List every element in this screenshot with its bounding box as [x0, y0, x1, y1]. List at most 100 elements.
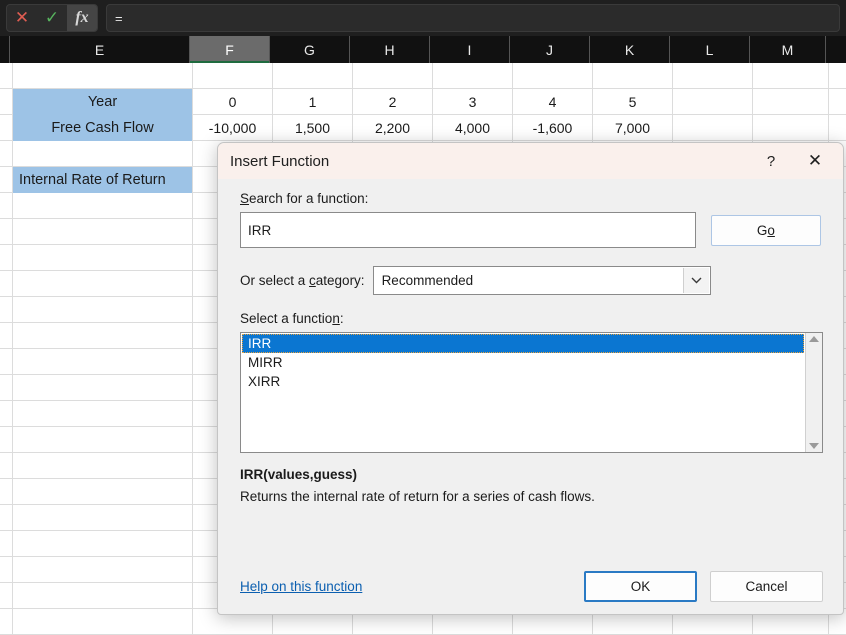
cell-J2[interactable]: 4 — [513, 89, 593, 115]
cell-E3[interactable]: Free Cash Flow — [13, 115, 193, 141]
cell-D3[interactable] — [0, 115, 13, 141]
cell-K1[interactable] — [593, 63, 673, 89]
cell-E5[interactable]: Internal Rate of Return — [13, 167, 193, 193]
close-icon[interactable]: ✕ — [795, 143, 835, 179]
cell-D22[interactable] — [0, 609, 13, 635]
go-button[interactable]: Go — [711, 215, 821, 246]
cell-D13[interactable] — [0, 375, 13, 401]
column-header-l[interactable]: L — [670, 36, 750, 63]
cell-E4[interactable] — [13, 141, 193, 167]
cell-D16[interactable] — [0, 453, 13, 479]
cell-E18[interactable] — [13, 505, 193, 531]
cell-E15[interactable] — [13, 427, 193, 453]
cell-M3[interactable] — [753, 115, 829, 141]
cell-D12[interactable] — [0, 349, 13, 375]
category-selected-value: Recommended — [374, 273, 474, 288]
cell-E12[interactable] — [13, 349, 193, 375]
cell-D21[interactable] — [0, 583, 13, 609]
help-icon[interactable]: ? — [751, 143, 791, 179]
cell-E19[interactable] — [13, 531, 193, 557]
insert-function-icon[interactable]: fx — [67, 5, 97, 31]
cancel-button[interactable]: Cancel — [710, 571, 823, 602]
function-list-item-xirr[interactable]: XIRR — [242, 372, 804, 391]
cell-F2[interactable]: 0 — [193, 89, 273, 115]
cell-M2[interactable] — [753, 89, 829, 115]
column-header-g[interactable]: G — [270, 36, 350, 63]
cell-E9[interactable] — [13, 271, 193, 297]
cell-M1[interactable] — [753, 63, 829, 89]
cell-L2[interactable] — [673, 89, 753, 115]
column-header-f[interactable]: F — [190, 36, 270, 63]
cell-D14[interactable] — [0, 401, 13, 427]
cell-I3[interactable]: 4,000 — [433, 115, 513, 141]
help-on-this-function-link[interactable]: Help on this function — [240, 579, 362, 594]
ok-button[interactable]: OK — [584, 571, 697, 602]
cell-D4[interactable] — [0, 141, 13, 167]
column-header-e[interactable]: E — [10, 36, 190, 63]
cell-F1[interactable] — [193, 63, 273, 89]
cell-E20[interactable] — [13, 557, 193, 583]
cell-E14[interactable] — [13, 401, 193, 427]
cell-E2[interactable]: Year — [13, 89, 193, 115]
formula-bar: ✕ ✓ fx = — [0, 0, 846, 36]
cell-J3[interactable]: -1,600 — [513, 115, 593, 141]
cell-E1[interactable] — [13, 63, 193, 89]
cell-D18[interactable] — [0, 505, 13, 531]
cell-D15[interactable] — [0, 427, 13, 453]
cell-E7[interactable] — [13, 219, 193, 245]
scroll-down-icon[interactable] — [809, 443, 819, 449]
function-list-item-irr[interactable]: IRR — [242, 334, 804, 353]
cell-D2[interactable] — [0, 89, 13, 115]
cell-D5[interactable] — [0, 167, 13, 193]
cell-E8[interactable] — [13, 245, 193, 271]
search-input[interactable]: IRR — [240, 212, 696, 248]
cell-G1[interactable] — [273, 63, 353, 89]
cell-D9[interactable] — [0, 271, 13, 297]
scroll-up-icon[interactable] — [809, 336, 819, 342]
cell-E17[interactable] — [13, 479, 193, 505]
cell-D7[interactable] — [0, 219, 13, 245]
column-header-d[interactable] — [0, 36, 10, 63]
chevron-down-icon[interactable] — [683, 268, 709, 293]
column-header-m[interactable]: M — [750, 36, 826, 63]
column-header-k[interactable]: K — [590, 36, 670, 63]
cell-D8[interactable] — [0, 245, 13, 271]
cell-D11[interactable] — [0, 323, 13, 349]
cell-D6[interactable] — [0, 193, 13, 219]
cell-I2[interactable]: 3 — [433, 89, 513, 115]
cell-D17[interactable] — [0, 479, 13, 505]
cell-H3[interactable]: 2,200 — [353, 115, 433, 141]
cell-E11[interactable] — [13, 323, 193, 349]
column-header-h[interactable]: H — [350, 36, 430, 63]
cell-L1[interactable] — [673, 63, 753, 89]
cell-G3[interactable]: 1,500 — [273, 115, 353, 141]
cell-F3[interactable]: -10,000 — [193, 115, 273, 141]
function-list-scrollbar[interactable] — [805, 333, 822, 452]
cell-J1[interactable] — [513, 63, 593, 89]
cell-E13[interactable] — [13, 375, 193, 401]
cell-K3[interactable]: 7,000 — [593, 115, 673, 141]
cancel-formula-icon[interactable]: ✕ — [7, 5, 37, 31]
column-header-i[interactable]: I — [430, 36, 510, 63]
function-list[interactable]: IRRMIRRXIRR — [241, 333, 805, 452]
cell-G2[interactable]: 1 — [273, 89, 353, 115]
cell-E21[interactable] — [13, 583, 193, 609]
cell-K2[interactable]: 5 — [593, 89, 673, 115]
cell-L3[interactable] — [673, 115, 753, 141]
cell-I1[interactable] — [433, 63, 513, 89]
cell-H2[interactable]: 2 — [353, 89, 433, 115]
cell-E6[interactable] — [13, 193, 193, 219]
cell-E10[interactable] — [13, 297, 193, 323]
cell-H1[interactable] — [353, 63, 433, 89]
cell-E22[interactable] — [13, 609, 193, 635]
cell-E16[interactable] — [13, 453, 193, 479]
column-header-j[interactable]: J — [510, 36, 590, 63]
function-list-item-mirr[interactable]: MIRR — [242, 353, 804, 372]
confirm-formula-icon[interactable]: ✓ — [37, 5, 67, 31]
cell-D19[interactable] — [0, 531, 13, 557]
formula-input[interactable]: = — [106, 4, 840, 32]
category-select[interactable]: Recommended — [373, 266, 711, 295]
cell-D20[interactable] — [0, 557, 13, 583]
cell-D10[interactable] — [0, 297, 13, 323]
cell-D1[interactable] — [0, 63, 13, 89]
